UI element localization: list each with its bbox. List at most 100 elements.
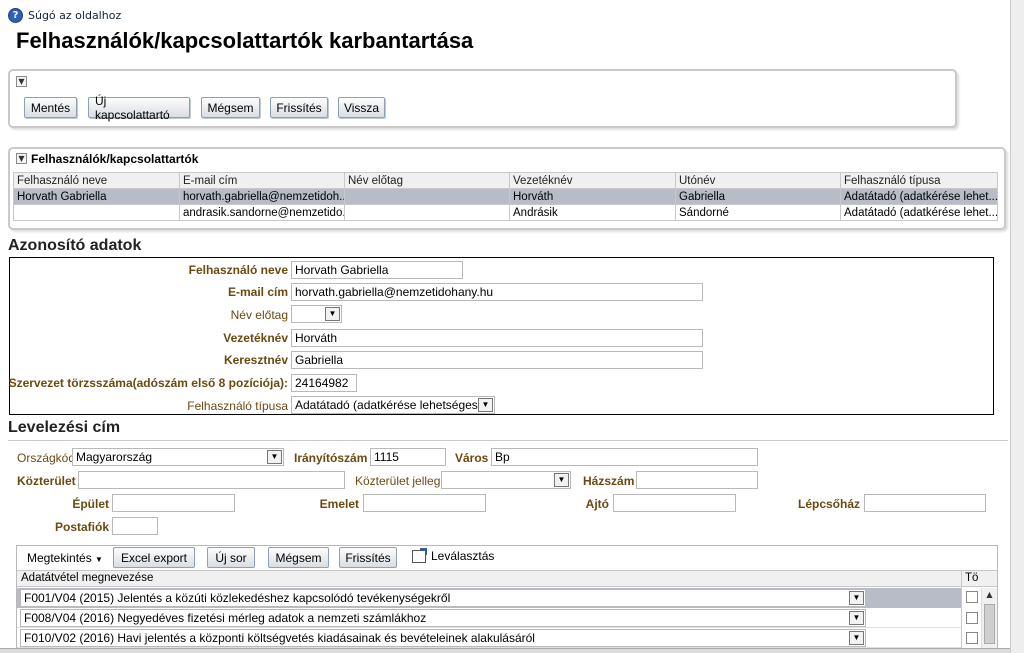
bottom-tab-bar (0, 648, 1010, 653)
data-row-select[interactable]: F008/V04 (2016) Negyedéves fizetési mérl… (20, 609, 866, 627)
country-value: Magyarország (76, 450, 153, 464)
detach-button[interactable]: Leválasztás (412, 547, 495, 563)
org-id-field[interactable]: 24164982 (291, 374, 357, 392)
table-scrollbar[interactable]: ▲ (981, 588, 997, 653)
po-box-field[interactable] (112, 517, 158, 535)
column-header[interactable]: Felhasználó neve (13, 172, 180, 189)
data-row-select[interactable]: F001/V04 (2015) Jelentés a közúti közlek… (20, 589, 866, 607)
table-refresh-button[interactable]: Frissítés (339, 547, 397, 568)
name-prefix-select[interactable]: ▼ (291, 305, 342, 323)
column-header-delete[interactable]: Tö (965, 572, 978, 584)
email-label: E-mail cím (227, 285, 288, 299)
email-field[interactable]: horvath.gabriella@nemzetidohany.hu (291, 283, 703, 301)
table-cell: Horváth (509, 188, 676, 205)
city-field[interactable]: Bp (491, 448, 758, 466)
view-menu[interactable]: Megtekintés ▼ (27, 551, 103, 565)
user-type-label: Felhasználó típusa (187, 399, 288, 413)
zip-field[interactable]: 1115 (370, 448, 446, 466)
collapse-toolbar-icon[interactable]: ▼ (16, 76, 27, 87)
floor-label: Emelet (319, 497, 359, 511)
section-divider (8, 440, 1008, 441)
username-label: Felhasználó neve (188, 263, 288, 277)
user-type-value: Adatátadó (adatkérése lehetséges) (295, 398, 482, 412)
table-cell: Adatátadó (adatkérése lehet... (840, 188, 998, 205)
back-button[interactable]: Vissza (338, 97, 385, 118)
column-header[interactable]: Vezetéknév (509, 172, 676, 189)
floor-field[interactable] (363, 494, 486, 512)
chevron-down-icon[interactable]: ▼ (267, 450, 282, 464)
refresh-button[interactable]: Frissítés (270, 97, 328, 118)
excel-export-button[interactable]: Excel export (113, 547, 195, 568)
table-cell (344, 188, 510, 205)
country-select[interactable]: Magyarország ▼ (72, 448, 284, 466)
new-contact-button[interactable]: Új kapcsolattartó (88, 94, 190, 122)
window-scrollbar[interactable] (1010, 0, 1024, 653)
house-number-field[interactable] (636, 471, 758, 489)
street-field[interactable] (78, 471, 345, 489)
chevron-down-icon[interactable]: ▼ (849, 591, 864, 605)
column-header[interactable]: Név előtag (344, 172, 510, 189)
table-cell: andrasik.sandorne@nemzetido... (179, 204, 345, 221)
house-number-label: Házszám (583, 474, 635, 488)
door-label: Ajtó (585, 497, 609, 511)
lastname-label: Vezetéknév (223, 331, 288, 345)
zip-label: Irányítószám (294, 451, 368, 465)
column-header[interactable]: Felhasználó típusa (840, 172, 998, 189)
collapse-users-icon[interactable]: ▼ (16, 153, 27, 164)
building-label: Épület (72, 497, 109, 511)
data-row-value: F010/V02 (2016) Havi jelentés a központi… (24, 631, 535, 645)
chevron-down-icon[interactable]: ▼ (849, 631, 864, 645)
table-cancel-button[interactable]: Mégsem (268, 547, 329, 568)
delete-checkbox[interactable] (966, 591, 978, 603)
table-row[interactable]: Horvath Gabriella horvath.gabriella@nemz… (13, 188, 998, 205)
door-field[interactable] (613, 494, 736, 512)
column-header[interactable]: Utónév (675, 172, 841, 189)
help-link[interactable]: ? Súgó az oldalhoz (8, 7, 121, 23)
chevron-down-icon[interactable]: ▼ (554, 473, 569, 487)
city-label: Város (455, 451, 489, 465)
building-field[interactable] (112, 494, 235, 512)
page-title: Felhasználók/kapcsolattartók karbantartá… (16, 28, 474, 53)
stairwell-field[interactable] (864, 494, 986, 512)
lastname-field[interactable]: Horváth (291, 329, 703, 347)
cancel-button[interactable]: Mégsem (201, 97, 260, 118)
table-cell (13, 204, 180, 221)
firstname-field[interactable]: Gabriella (291, 351, 703, 369)
table-cell: Adatátadó (adatkérése lehet... (840, 204, 998, 221)
new-row-button[interactable]: Új sor (207, 547, 255, 568)
delete-checkbox[interactable] (966, 632, 978, 644)
column-header-name[interactable]: Adatátvétel megnevezése (21, 572, 153, 584)
stairwell-label: Lépcsőház (797, 497, 860, 511)
column-divider (961, 570, 962, 653)
table-cell: Andrásik (509, 204, 676, 221)
delete-checkbox[interactable] (966, 612, 978, 624)
table-cell (344, 204, 510, 221)
detach-icon (412, 547, 427, 563)
table-cell: horvath.gabriella@nemzetidoh... (179, 188, 345, 205)
column-header[interactable]: E-mail cím (179, 172, 345, 189)
username-field[interactable]: Horvath Gabriella (291, 261, 463, 279)
scroll-up-icon[interactable]: ▲ (982, 588, 997, 602)
detach-label: Leválasztás (431, 549, 495, 563)
chevron-down-icon[interactable]: ▼ (849, 611, 864, 625)
street-label: Közterület (17, 474, 76, 488)
user-type-select[interactable]: Adatátadó (adatkérése lehetséges) ▼ (291, 396, 495, 414)
street-type-select[interactable]: ▼ (441, 471, 571, 489)
org-id-label: Szervezet törzsszáma(adószám első 8 pozí… (8, 376, 288, 390)
help-icon: ? (8, 7, 23, 23)
table-row[interactable]: andrasik.sandorne@nemzetido... Andrásik … (13, 204, 998, 221)
help-link-label: Súgó az oldalhoz (28, 8, 122, 22)
data-table-header (17, 570, 997, 587)
users-panel-title: Felhasználók/kapcsolattartók (31, 152, 199, 166)
chevron-down-icon[interactable]: ▼ (325, 307, 340, 321)
users-table: Felhasználó neve E-mail cím Név előtag V… (13, 172, 998, 221)
chevron-down-icon[interactable]: ▼ (478, 398, 493, 412)
street-type-label: Közterület jellege (355, 474, 448, 488)
data-row-select[interactable]: F010/V02 (2016) Havi jelentés a központi… (20, 629, 866, 647)
name-prefix-label: Név előtag (230, 308, 288, 322)
identity-section-title: Azonosító adatok (8, 237, 142, 254)
data-row-value: F001/V04 (2015) Jelentés a közúti közlek… (24, 591, 451, 605)
scrollbar-thumb[interactable] (984, 604, 995, 644)
view-menu-label: Megtekintés (27, 551, 92, 565)
save-button[interactable]: Mentés (24, 97, 77, 118)
